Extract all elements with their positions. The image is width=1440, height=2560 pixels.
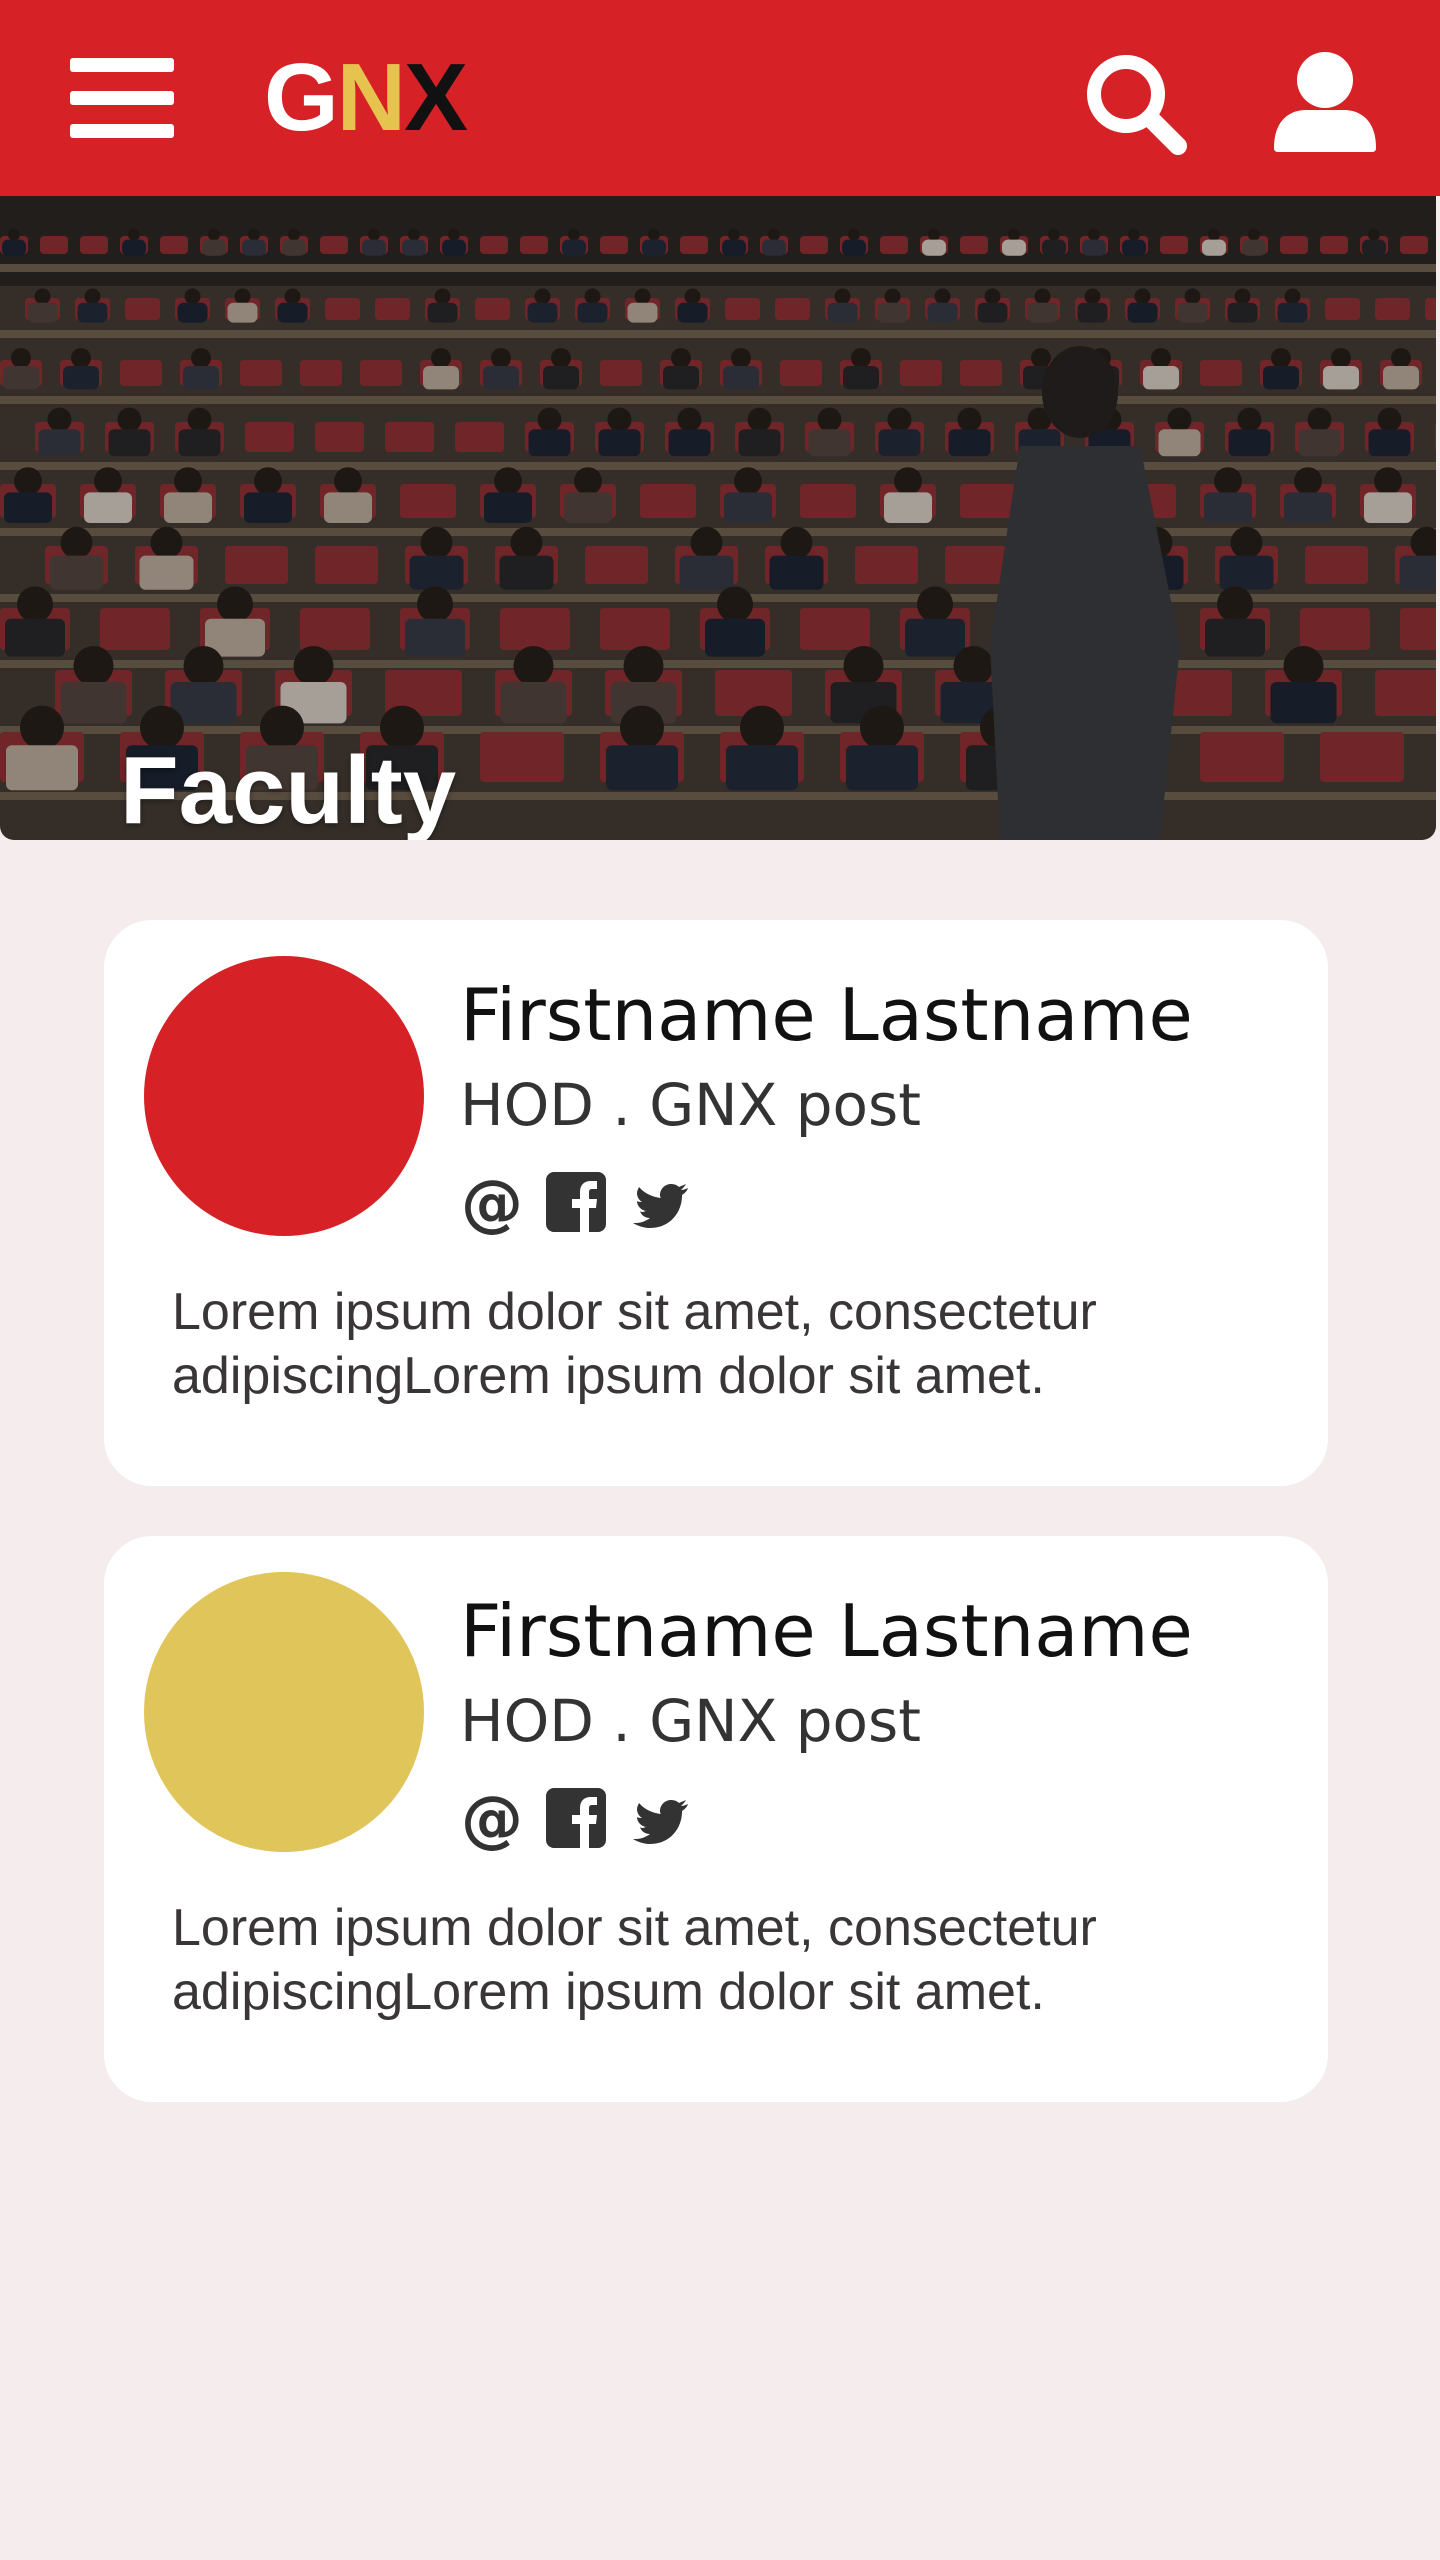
logo-letter-x: X xyxy=(404,44,468,151)
search-icon[interactable] xyxy=(1080,48,1190,158)
hero-banner: Faculty xyxy=(0,196,1436,840)
logo-letter-n: N xyxy=(336,44,406,151)
facebook-icon[interactable] xyxy=(544,1168,608,1238)
menu-icon[interactable] xyxy=(70,58,174,138)
faculty-role: HOD . GNX post xyxy=(460,1071,921,1139)
faculty-role: HOD . GNX post xyxy=(460,1687,921,1755)
faculty-name: Firstname Lastname xyxy=(460,1589,1193,1673)
twitter-icon[interactable] xyxy=(628,1784,692,1854)
faculty-bio: Lorem ipsum dolor sit amet, consectetur … xyxy=(172,1283,1097,1405)
at-icon[interactable]: @ xyxy=(460,1166,524,1239)
faculty-bio: Lorem ipsum dolor sit amet, consectetur … xyxy=(172,1899,1097,2021)
logo[interactable]: GNX xyxy=(264,44,468,151)
page-title: Faculty xyxy=(120,737,457,840)
svg-text:@: @ xyxy=(461,1168,523,1238)
faculty-card[interactable]: Firstname Lastname HOD . GNX post @ Lore… xyxy=(104,1536,1328,2102)
faculty-card[interactable]: Firstname Lastname HOD . GNX post @ Lore… xyxy=(104,920,1328,1486)
top-app-bar: GNX xyxy=(0,0,1440,196)
twitter-icon[interactable] xyxy=(628,1168,692,1238)
user-icon[interactable] xyxy=(1270,48,1380,158)
facebook-icon[interactable] xyxy=(544,1784,608,1854)
svg-text:@: @ xyxy=(461,1784,523,1854)
logo-letter-g: G xyxy=(264,44,339,151)
at-icon[interactable]: @ xyxy=(460,1782,524,1855)
avatar xyxy=(144,956,424,1236)
faculty-name: Firstname Lastname xyxy=(460,973,1193,1057)
avatar xyxy=(144,1572,424,1852)
